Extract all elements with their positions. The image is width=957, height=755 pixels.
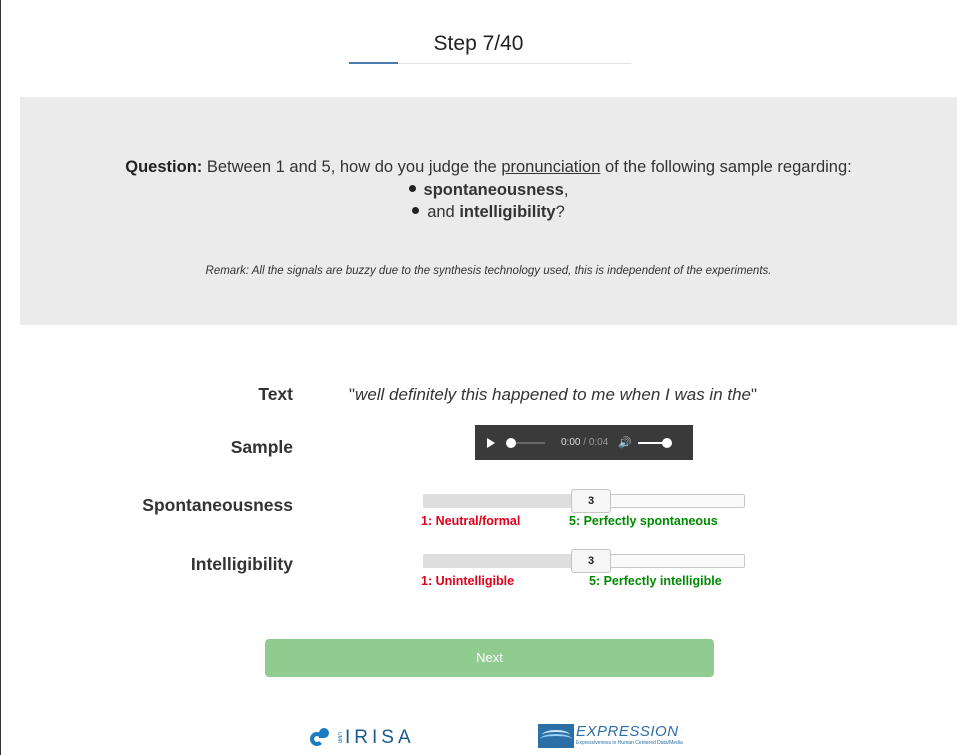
criteria-item-intelligibility: and intelligibility? bbox=[20, 201, 957, 223]
bullet-icon bbox=[412, 207, 420, 214]
slider-range bbox=[423, 554, 584, 568]
irisa-logo-icon bbox=[310, 728, 334, 748]
expression-logo: EXPRESSION Expressiveness in Human Cente… bbox=[538, 724, 683, 748]
text-label: Text bbox=[258, 384, 293, 404]
text-value: "well definitely this happened to me whe… bbox=[349, 385, 758, 404]
sample-label: Sample bbox=[230, 437, 293, 457]
expression-logo-icon bbox=[538, 724, 574, 748]
expression-tagline: Expressiveness in Human Centered Data/Me… bbox=[576, 740, 683, 746]
spontaneousness-slider-handle[interactable]: 3 bbox=[571, 489, 611, 513]
irisa-logo: UMR IRISA bbox=[310, 727, 415, 749]
criteria-list: spontaneousness, and intelligibility? bbox=[20, 179, 957, 223]
intelligibility-slider-handle[interactable]: 3 bbox=[571, 549, 611, 573]
question-text-before: Between 1 and 5, how do you judge the bbox=[202, 158, 502, 176]
question-prefix: Question: bbox=[125, 158, 203, 176]
question-text-after: of the following sample regarding: bbox=[600, 158, 852, 176]
spontaneousness-max-label: 5: Perfectly spontaneous bbox=[569, 514, 718, 528]
volume-slider[interactable] bbox=[637, 437, 672, 448]
spontaneousness-slider[interactable]: 3 bbox=[423, 489, 745, 513]
intelligibility-slider[interactable]: 3 bbox=[423, 549, 745, 573]
spontaneousness-label: Spontaneousness bbox=[142, 495, 293, 515]
irisa-logo-text: IRISA bbox=[345, 727, 415, 748]
question-panel: Question: Between 1 and 5, how do you ju… bbox=[20, 97, 957, 325]
seek-handle[interactable] bbox=[506, 437, 516, 448]
volume-icon[interactable]: 🔊 bbox=[618, 436, 632, 449]
slider-range bbox=[423, 494, 584, 508]
irisa-umr-text: UMR bbox=[336, 732, 342, 744]
audio-time: 0:00 / 0:04 bbox=[561, 437, 609, 448]
audio-player[interactable]: 0:00 / 0:04 🔊 bbox=[475, 425, 693, 460]
intelligibility-max-label: 5: Perfectly intelligible bbox=[589, 574, 722, 588]
volume-handle[interactable] bbox=[661, 437, 672, 448]
progress-bar bbox=[349, 62, 631, 64]
page-left-border bbox=[0, 0, 1, 755]
intelligibility-min-label: 1: Unintelligible bbox=[421, 574, 515, 588]
bullet-icon bbox=[408, 185, 416, 192]
play-icon[interactable] bbox=[487, 437, 495, 448]
question-underlined: pronunciation bbox=[501, 158, 601, 176]
criteria-item-spontaneousness: spontaneousness, bbox=[20, 179, 957, 201]
expression-logo-text: EXPRESSION bbox=[576, 723, 679, 740]
progress-bar-fill bbox=[349, 62, 398, 64]
audio-seek-bar[interactable] bbox=[506, 437, 545, 448]
step-title: Step 7/40 bbox=[433, 32, 524, 55]
intelligibility-label: Intelligibility bbox=[190, 554, 293, 574]
question-text: Question: Between 1 and 5, how do you ju… bbox=[20, 158, 957, 177]
spontaneousness-min-label: 1: Neutral/formal bbox=[421, 514, 521, 528]
next-button[interactable]: Next bbox=[265, 639, 714, 677]
remark-text: Remark: All the signals are buzzy due to… bbox=[205, 265, 772, 277]
